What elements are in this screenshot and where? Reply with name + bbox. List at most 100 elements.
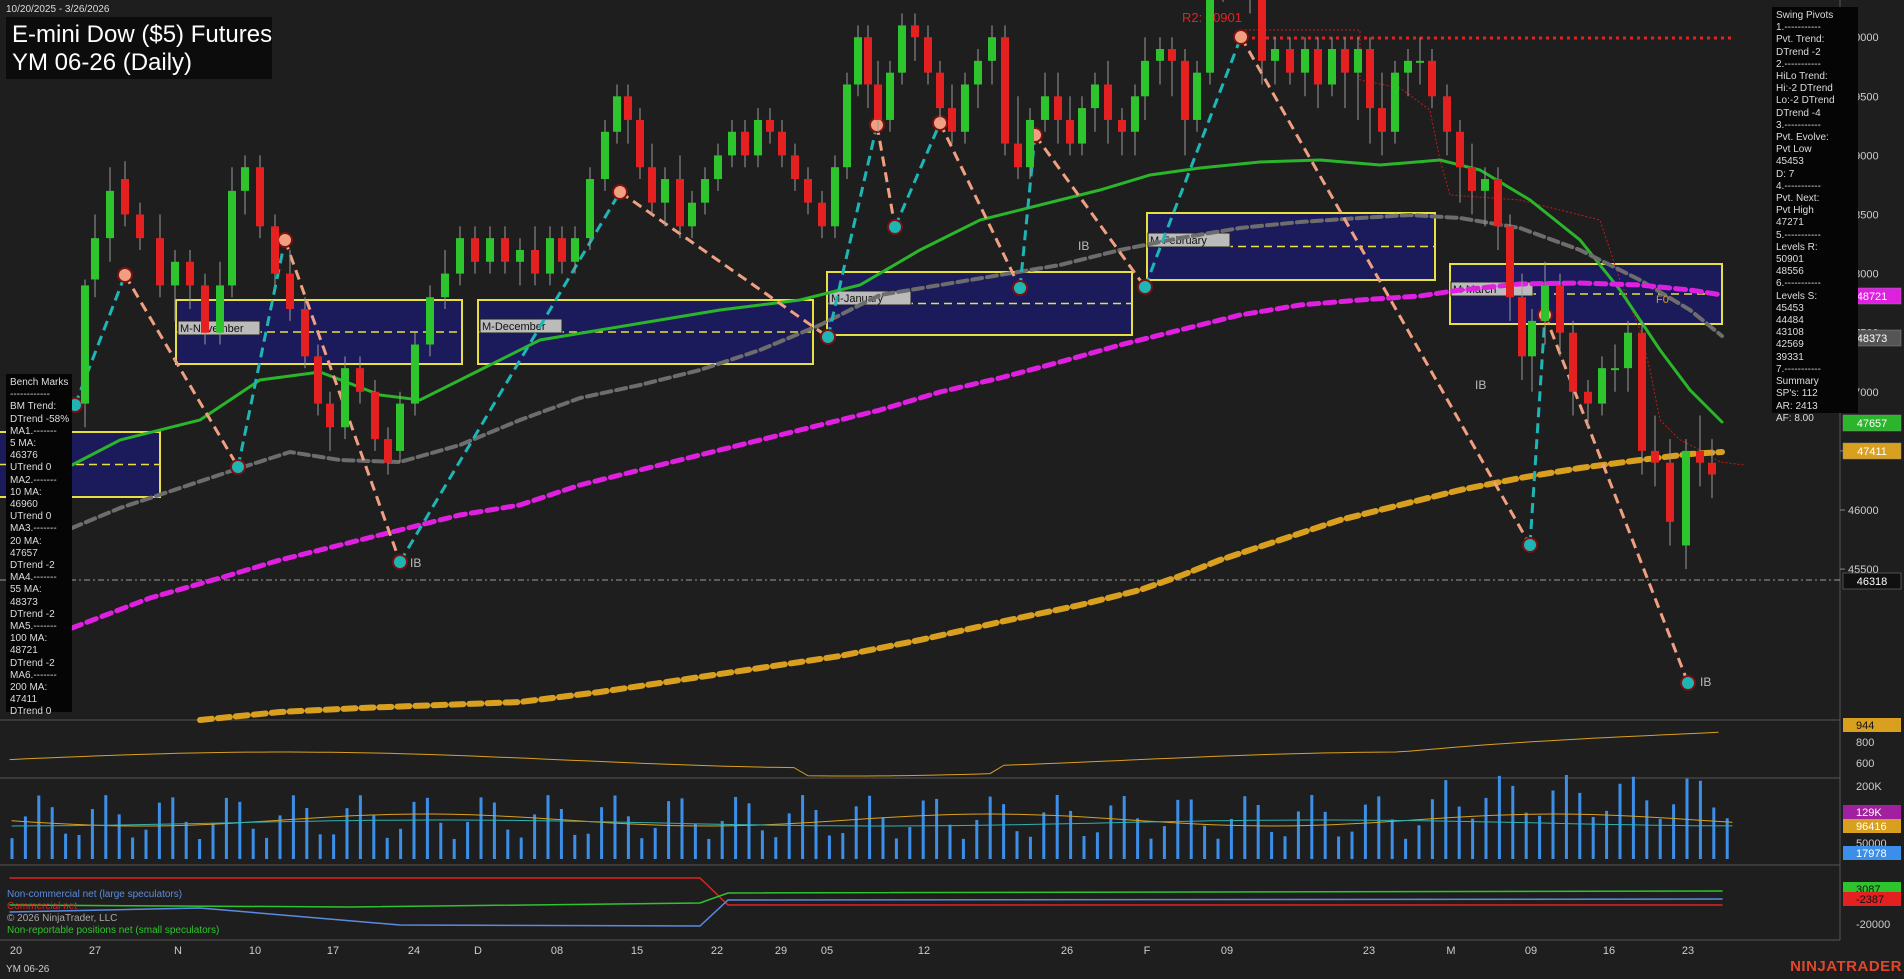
swing-pivots-line: Lo:-2 DTrend (1776, 95, 1835, 107)
candle-body (1624, 332, 1632, 369)
candle-body (396, 403, 404, 451)
bench-marks-line: DTrend -2 (10, 560, 55, 572)
legend-small-speculators: Non-reportable positions net (small spec… (7, 925, 220, 936)
cot-tick-label: -2387 (1856, 894, 1884, 906)
instrument-title: E-mini Dow ($5) Futures (12, 21, 273, 48)
x-axis-label: 23 (1363, 945, 1375, 957)
bench-marks-line: MA1.------- (10, 425, 57, 437)
candle-body (886, 72, 894, 120)
candle-body (1301, 49, 1309, 73)
candle-body (1141, 60, 1149, 97)
candle-body (818, 202, 826, 227)
swing-pivots-line: 48556 (1776, 266, 1804, 278)
candle-body (1569, 332, 1577, 392)
candle-body (661, 179, 669, 203)
candle-body (1541, 285, 1549, 321)
x-axis-label: 20 (10, 945, 22, 957)
candle-body (1258, 0, 1266, 61)
cot-legend: Non-commercial net (large speculators) C… (7, 889, 219, 937)
swing-pivot-marker (1522, 537, 1538, 553)
bench-marks-line: MA3.------- (10, 523, 57, 535)
x-axis-label: N (174, 945, 182, 957)
candle-body (766, 119, 774, 132)
price-badge-label: 47411 (1857, 446, 1887, 458)
atr-tick-label: 944 (1856, 720, 1874, 732)
candle-body (81, 285, 89, 404)
swing-pivots-line: Pvt. Trend: (1776, 34, 1825, 46)
bench-marks-line: 200 MA: (10, 682, 48, 694)
swing-pivot-marker (392, 554, 408, 570)
bench-marks-line: 10 MA: (10, 486, 42, 498)
candle-body (854, 37, 862, 85)
bench-marks-line: 5 MA: (10, 438, 37, 450)
background (0, 0, 1904, 979)
swing-pivots-line: AR: 2413 (1776, 400, 1818, 412)
candle-body (1014, 143, 1022, 168)
swing-pivots-line: AF: 8.00 (1776, 412, 1814, 424)
swing-pivot-marker (1012, 280, 1028, 296)
candle-body (256, 167, 264, 227)
swing-pivot-marker (820, 329, 836, 345)
candle-body (471, 238, 479, 262)
bench-marks-line: DTrend -2 (10, 657, 55, 669)
candle-body (156, 238, 164, 286)
swing-pivots-line: 39331 (1776, 351, 1804, 363)
bench-marks-line: UTrend 0 (10, 462, 52, 474)
candle-body (624, 96, 632, 120)
swing-pivots-line: 5.----------- (1776, 229, 1821, 241)
x-axis-label: 29 (775, 945, 787, 957)
candle-body (1404, 60, 1412, 73)
candle-body (326, 403, 334, 428)
candle-body (516, 249, 524, 262)
swing-pivots-line: Pvt High (1776, 205, 1814, 217)
candle-body (778, 131, 786, 156)
candle-body (531, 249, 539, 274)
swing-pivots-line: 45453 (1776, 302, 1804, 314)
candle-body (1528, 320, 1536, 357)
candle-body (1428, 60, 1436, 97)
candle-body (186, 261, 194, 286)
price-tick-label: 46000 (1848, 505, 1879, 517)
month-label: M-December (482, 321, 546, 333)
x-axis-label: M (1446, 945, 1455, 957)
candle-body (1041, 96, 1049, 120)
candle-body (1378, 108, 1386, 132)
candle-body (1598, 368, 1606, 404)
candle-body (241, 167, 249, 191)
swing-pivot-marker (277, 232, 293, 248)
swing-pivots-line: 2.----------- (1776, 58, 1821, 70)
bench-marks-line: MA6.------- (10, 669, 57, 681)
candle-body (911, 25, 919, 38)
swing-pivot-marker (1233, 29, 1249, 45)
candle-body (1468, 167, 1476, 191)
candle-body (974, 60, 982, 85)
candle-body (301, 309, 309, 357)
chart-title-box: E-mini Dow ($5) Futures YM 06-26 (Daily) (6, 17, 272, 79)
candle-body (314, 356, 322, 404)
candle-body (898, 25, 906, 73)
bench-marks-line: BM Trend: (10, 401, 57, 413)
swing-pivots-line: 50901 (1776, 254, 1804, 266)
candle-body (271, 226, 279, 274)
candle-body (384, 439, 392, 463)
x-axis-label: 05 (821, 945, 833, 957)
swing-pivots-line: Pvt. Evolve: (1776, 132, 1829, 144)
candle-body (1638, 332, 1646, 451)
swing-pivot-marker (117, 267, 133, 283)
candle-body (441, 273, 449, 298)
candle-body (1091, 84, 1099, 109)
candle-body (948, 108, 956, 132)
candle-body (426, 297, 434, 345)
swing-pivots-line: SP's: 112 (1776, 388, 1818, 400)
atr-tick-label: 600 (1856, 758, 1874, 770)
copyright: © 2026 NinjaTrader, LLC (7, 913, 118, 924)
candle-body (1026, 119, 1034, 168)
price-chart[interactable]: M-November M-DecemberM-JanuaryM-FebruaryM… (0, 0, 1904, 979)
ib-label: IB (1475, 378, 1486, 392)
candle-body (1314, 49, 1322, 85)
bench-marks-line: 48373 (10, 596, 38, 608)
candle-body (546, 238, 554, 274)
contract-title: YM 06-26 (Daily) (12, 49, 193, 76)
swing-pivot-marker (230, 459, 246, 475)
candle-body (1054, 96, 1062, 120)
